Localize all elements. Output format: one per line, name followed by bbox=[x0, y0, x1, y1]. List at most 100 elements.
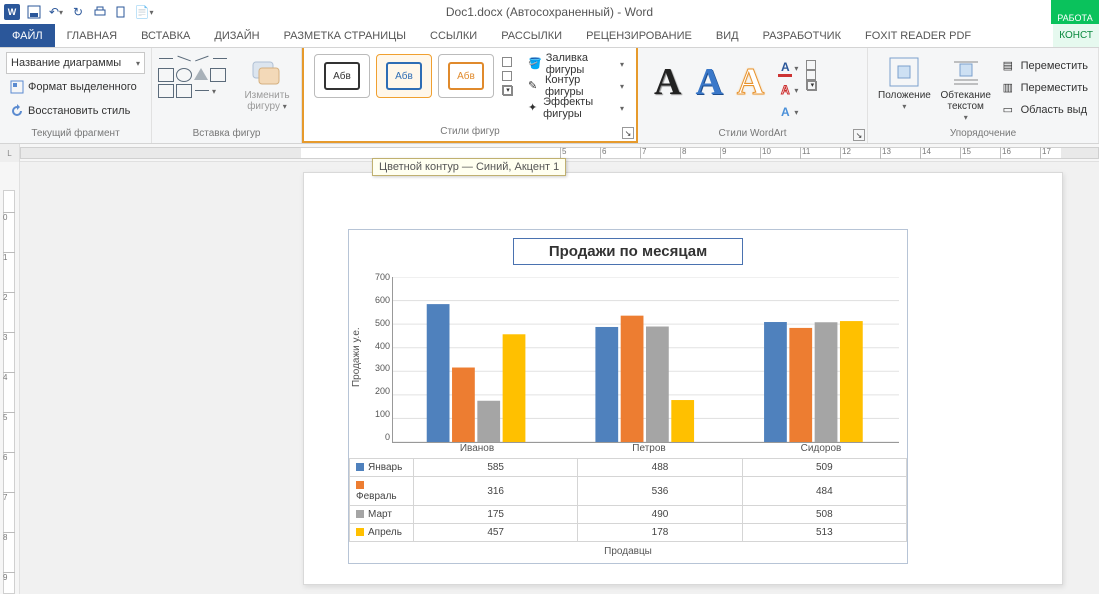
quick-print-icon[interactable] bbox=[92, 4, 108, 20]
v-ruler-tick: 1 bbox=[3, 252, 15, 262]
chart-xlabel: Продавцы bbox=[349, 542, 907, 563]
tab-context[interactable]: КОНСТ bbox=[1053, 24, 1099, 47]
bar[interactable] bbox=[503, 334, 526, 442]
tab-layout[interactable]: РАЗМЕТКА СТРАНИЦЫ bbox=[272, 24, 418, 47]
legend-entry: Февраль bbox=[350, 477, 414, 506]
bar[interactable] bbox=[427, 304, 450, 442]
bar[interactable] bbox=[789, 328, 812, 442]
chart-element-name: Название диаграммы bbox=[11, 57, 132, 69]
wordart-style-1[interactable]: A bbox=[654, 60, 681, 104]
selection-pane-button[interactable]: ▭Область выд bbox=[1003, 100, 1088, 120]
vertical-ruler[interactable]: 0123456789 bbox=[0, 162, 20, 594]
tab-file[interactable]: ФАЙЛ bbox=[0, 24, 55, 47]
reset-style-button[interactable]: Восстановить стиль bbox=[6, 100, 145, 122]
open-icon[interactable]: 📄▾ bbox=[136, 4, 152, 20]
wordart-dialog-launcher[interactable]: ↘ bbox=[853, 129, 865, 141]
send-backward-button[interactable]: ▥Переместить bbox=[1003, 78, 1088, 98]
bar[interactable] bbox=[621, 316, 644, 442]
table-cell: 175 bbox=[414, 506, 578, 524]
bring-fwd-icon: ▤ bbox=[1003, 59, 1017, 73]
chart-element-selector[interactable]: Название диаграммы▾ bbox=[6, 52, 145, 74]
context-badge: РАБОТА bbox=[1051, 0, 1099, 24]
v-ruler-tick: 9 bbox=[3, 572, 15, 582]
reset-icon bbox=[10, 104, 24, 118]
group-label-current: Текущий фрагмент bbox=[6, 125, 145, 143]
v-ruler-tick: 2 bbox=[3, 292, 15, 302]
shape-fill-menu[interactable]: 🪣Заливка фигуры▾ bbox=[526, 54, 626, 74]
chart-title[interactable]: Продажи по месяцам bbox=[513, 238, 743, 265]
shape-style-3[interactable]: Абв bbox=[438, 54, 494, 98]
bar[interactable] bbox=[595, 327, 618, 442]
y-tick-label: 400 bbox=[375, 341, 390, 351]
print-preview-icon[interactable] bbox=[114, 4, 130, 20]
tab-refs[interactable]: ССЫЛКИ bbox=[418, 24, 489, 47]
send-back-icon: ▥ bbox=[1003, 81, 1017, 95]
format-icon bbox=[10, 80, 24, 94]
text-outline-icon: A bbox=[778, 83, 792, 97]
ruler-corner: L bbox=[0, 144, 20, 162]
text-fill-icon: A bbox=[778, 60, 792, 77]
ruler-tick: 8 bbox=[680, 147, 686, 159]
chart-plot-area[interactable] bbox=[392, 277, 899, 443]
format-selection-button[interactable]: Формат выделенного bbox=[6, 76, 145, 98]
pen-icon: ✎ bbox=[528, 79, 541, 93]
shape-style-more[interactable]: ▾ bbox=[500, 54, 516, 98]
bar[interactable] bbox=[477, 401, 500, 442]
v-ruler-tick: 6 bbox=[3, 452, 15, 462]
y-tick-label: 0 bbox=[385, 432, 390, 442]
text-effects-menu[interactable]: A▾ bbox=[778, 102, 798, 122]
ruler-tick: 13 bbox=[880, 147, 891, 159]
bar[interactable] bbox=[840, 321, 863, 442]
text-outline-menu[interactable]: A▾ bbox=[778, 80, 798, 100]
bring-forward-button[interactable]: ▤Переместить bbox=[1003, 56, 1088, 76]
effects-icon: ✦ bbox=[528, 101, 539, 115]
position-button[interactable]: Положение▾ bbox=[874, 52, 935, 112]
v-ruler-tick: 8 bbox=[3, 532, 15, 542]
tab-design[interactable]: ДИЗАЙН bbox=[202, 24, 271, 47]
shape-outline-menu[interactable]: ✎Контур фигуры▾ bbox=[526, 76, 626, 96]
chart-object[interactable]: Продажи по месяцам Продажи у.е. 01002003… bbox=[348, 229, 908, 564]
undo-icon[interactable]: ↶▾ bbox=[48, 4, 64, 20]
shape-style-2[interactable]: Абв bbox=[376, 54, 432, 98]
table-cell: 585 bbox=[414, 459, 578, 477]
save-icon[interactable] bbox=[26, 4, 42, 20]
tab-mailings[interactable]: РАССЫЛКИ bbox=[489, 24, 574, 47]
tab-review[interactable]: РЕЦЕНЗИРОВАНИЕ bbox=[574, 24, 704, 47]
wordart-more[interactable]: ▾ bbox=[806, 52, 818, 90]
tab-dev[interactable]: РАЗРАБОТЧИК bbox=[751, 24, 853, 47]
shape-palette[interactable]: ▾ bbox=[158, 52, 240, 98]
tab-view[interactable]: ВИД bbox=[704, 24, 751, 47]
bar[interactable] bbox=[646, 327, 669, 443]
wrap-text-button[interactable]: Обтекание текстом▾ bbox=[935, 52, 997, 123]
ruler-tick: 11 bbox=[800, 147, 810, 159]
category-label: Петров bbox=[563, 443, 735, 454]
redo-icon[interactable]: ↻ bbox=[70, 4, 86, 20]
tab-foxit[interactable]: FOXIT READER PDF bbox=[853, 24, 983, 47]
tab-home[interactable]: ГЛАВНАЯ bbox=[55, 24, 129, 47]
v-ruler-tick: 7 bbox=[3, 492, 15, 502]
group-label-insert: Вставка фигур bbox=[158, 125, 295, 143]
bar[interactable] bbox=[815, 322, 838, 442]
wordart-style-2[interactable]: A bbox=[695, 60, 722, 104]
table-cell: 178 bbox=[578, 524, 742, 542]
table-cell: 509 bbox=[742, 459, 906, 477]
ruler-tick: 10 bbox=[760, 147, 771, 159]
group-label-arrange: Упорядочение bbox=[874, 125, 1092, 143]
wordart-style-3[interactable]: A bbox=[737, 60, 764, 104]
bar[interactable] bbox=[764, 322, 787, 442]
ruler-tick: 7 bbox=[640, 147, 646, 159]
text-effects-icon: A bbox=[778, 105, 792, 119]
text-fill-menu[interactable]: A▾ bbox=[778, 58, 798, 78]
shape-effects-menu[interactable]: ✦Эффекты фигуры▾ bbox=[526, 98, 626, 118]
tab-insert[interactable]: ВСТАВКА bbox=[129, 24, 202, 47]
table-cell: 484 bbox=[742, 477, 906, 506]
shapestyles-dialog-launcher[interactable]: ↘ bbox=[622, 127, 634, 139]
window-title: Doc1.docx (Автосохраненный) - Word bbox=[0, 5, 1099, 19]
document-page: Продажи по месяцам Продажи у.е. 01002003… bbox=[303, 172, 1063, 585]
y-tick-label: 600 bbox=[375, 295, 390, 305]
shape-style-1[interactable]: Абв bbox=[314, 54, 370, 98]
bar[interactable] bbox=[671, 400, 694, 442]
bar[interactable] bbox=[452, 368, 475, 442]
group-label-wordart: Стили WordArt bbox=[644, 125, 861, 143]
ruler-tick: 9 bbox=[720, 147, 726, 159]
